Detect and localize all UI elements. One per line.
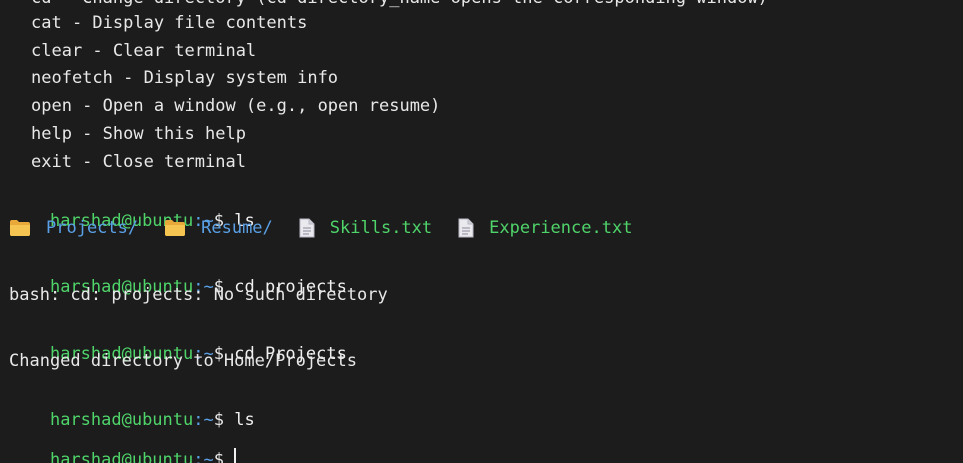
active-prompt-line[interactable]: harshad@ubuntu:~$ bbox=[9, 429, 236, 463]
file-icon bbox=[458, 218, 474, 238]
help-line-open: open - Open a window (e.g., open resume) bbox=[31, 96, 441, 116]
ls-item-projects: Projects/ bbox=[9, 218, 138, 238]
help-line-exit: exit - Close terminal bbox=[31, 152, 246, 172]
prompt-line: harshad@ubuntu:~$ ls bbox=[9, 191, 255, 231]
help-line-help: help - Show this help bbox=[31, 124, 246, 144]
help-line-cd: cd - Change directory (cd directory_name… bbox=[31, 0, 768, 8]
prompt-sign: $ bbox=[213, 410, 224, 430]
text-cursor[interactable] bbox=[233, 448, 236, 463]
prompt-line: harshad@ubuntu:~$ ls bbox=[9, 390, 255, 430]
prompt-user-host: harshad@ubuntu bbox=[49, 410, 194, 430]
prompt-line: harshad@ubuntu:~$ cd Projects bbox=[9, 324, 347, 364]
file-name: Skills.txt bbox=[329, 218, 433, 238]
help-line-clear: clear - Clear terminal bbox=[31, 41, 257, 61]
ls-output: Projects/ Resume/ Skills.txt Experience.… bbox=[9, 217, 658, 239]
folder-icon bbox=[164, 219, 186, 237]
prompt-line: harshad@ubuntu:~$ cd projects bbox=[9, 257, 347, 297]
file-name: Experience.txt bbox=[489, 218, 633, 238]
ls-item-skills: Skills.txt bbox=[299, 218, 432, 238]
directory-name: Projects/ bbox=[46, 218, 139, 238]
prompt-path: :~ bbox=[193, 410, 214, 430]
command-output-error: bash: cd: projects: No such directory bbox=[9, 285, 388, 305]
ls-item-resume: Resume/ bbox=[164, 218, 273, 238]
prompt-sign: $ bbox=[213, 450, 224, 463]
command-text: ls bbox=[234, 410, 255, 430]
ls-item-experience: Experience.txt bbox=[458, 218, 632, 238]
prompt-user-host: harshad@ubuntu bbox=[49, 450, 194, 463]
terminal-window[interactable]: cd - Change directory (cd directory_name… bbox=[0, 0, 963, 463]
prompt-path: :~ bbox=[193, 450, 214, 463]
folder-icon bbox=[9, 219, 31, 237]
directory-name: Resume/ bbox=[201, 218, 273, 238]
help-line-cat: cat - Display file contents bbox=[31, 13, 308, 33]
command-output: Changed directory to Home/Projects bbox=[9, 351, 357, 371]
file-icon bbox=[299, 218, 315, 238]
help-line-neofetch: neofetch - Display system info bbox=[31, 68, 339, 88]
